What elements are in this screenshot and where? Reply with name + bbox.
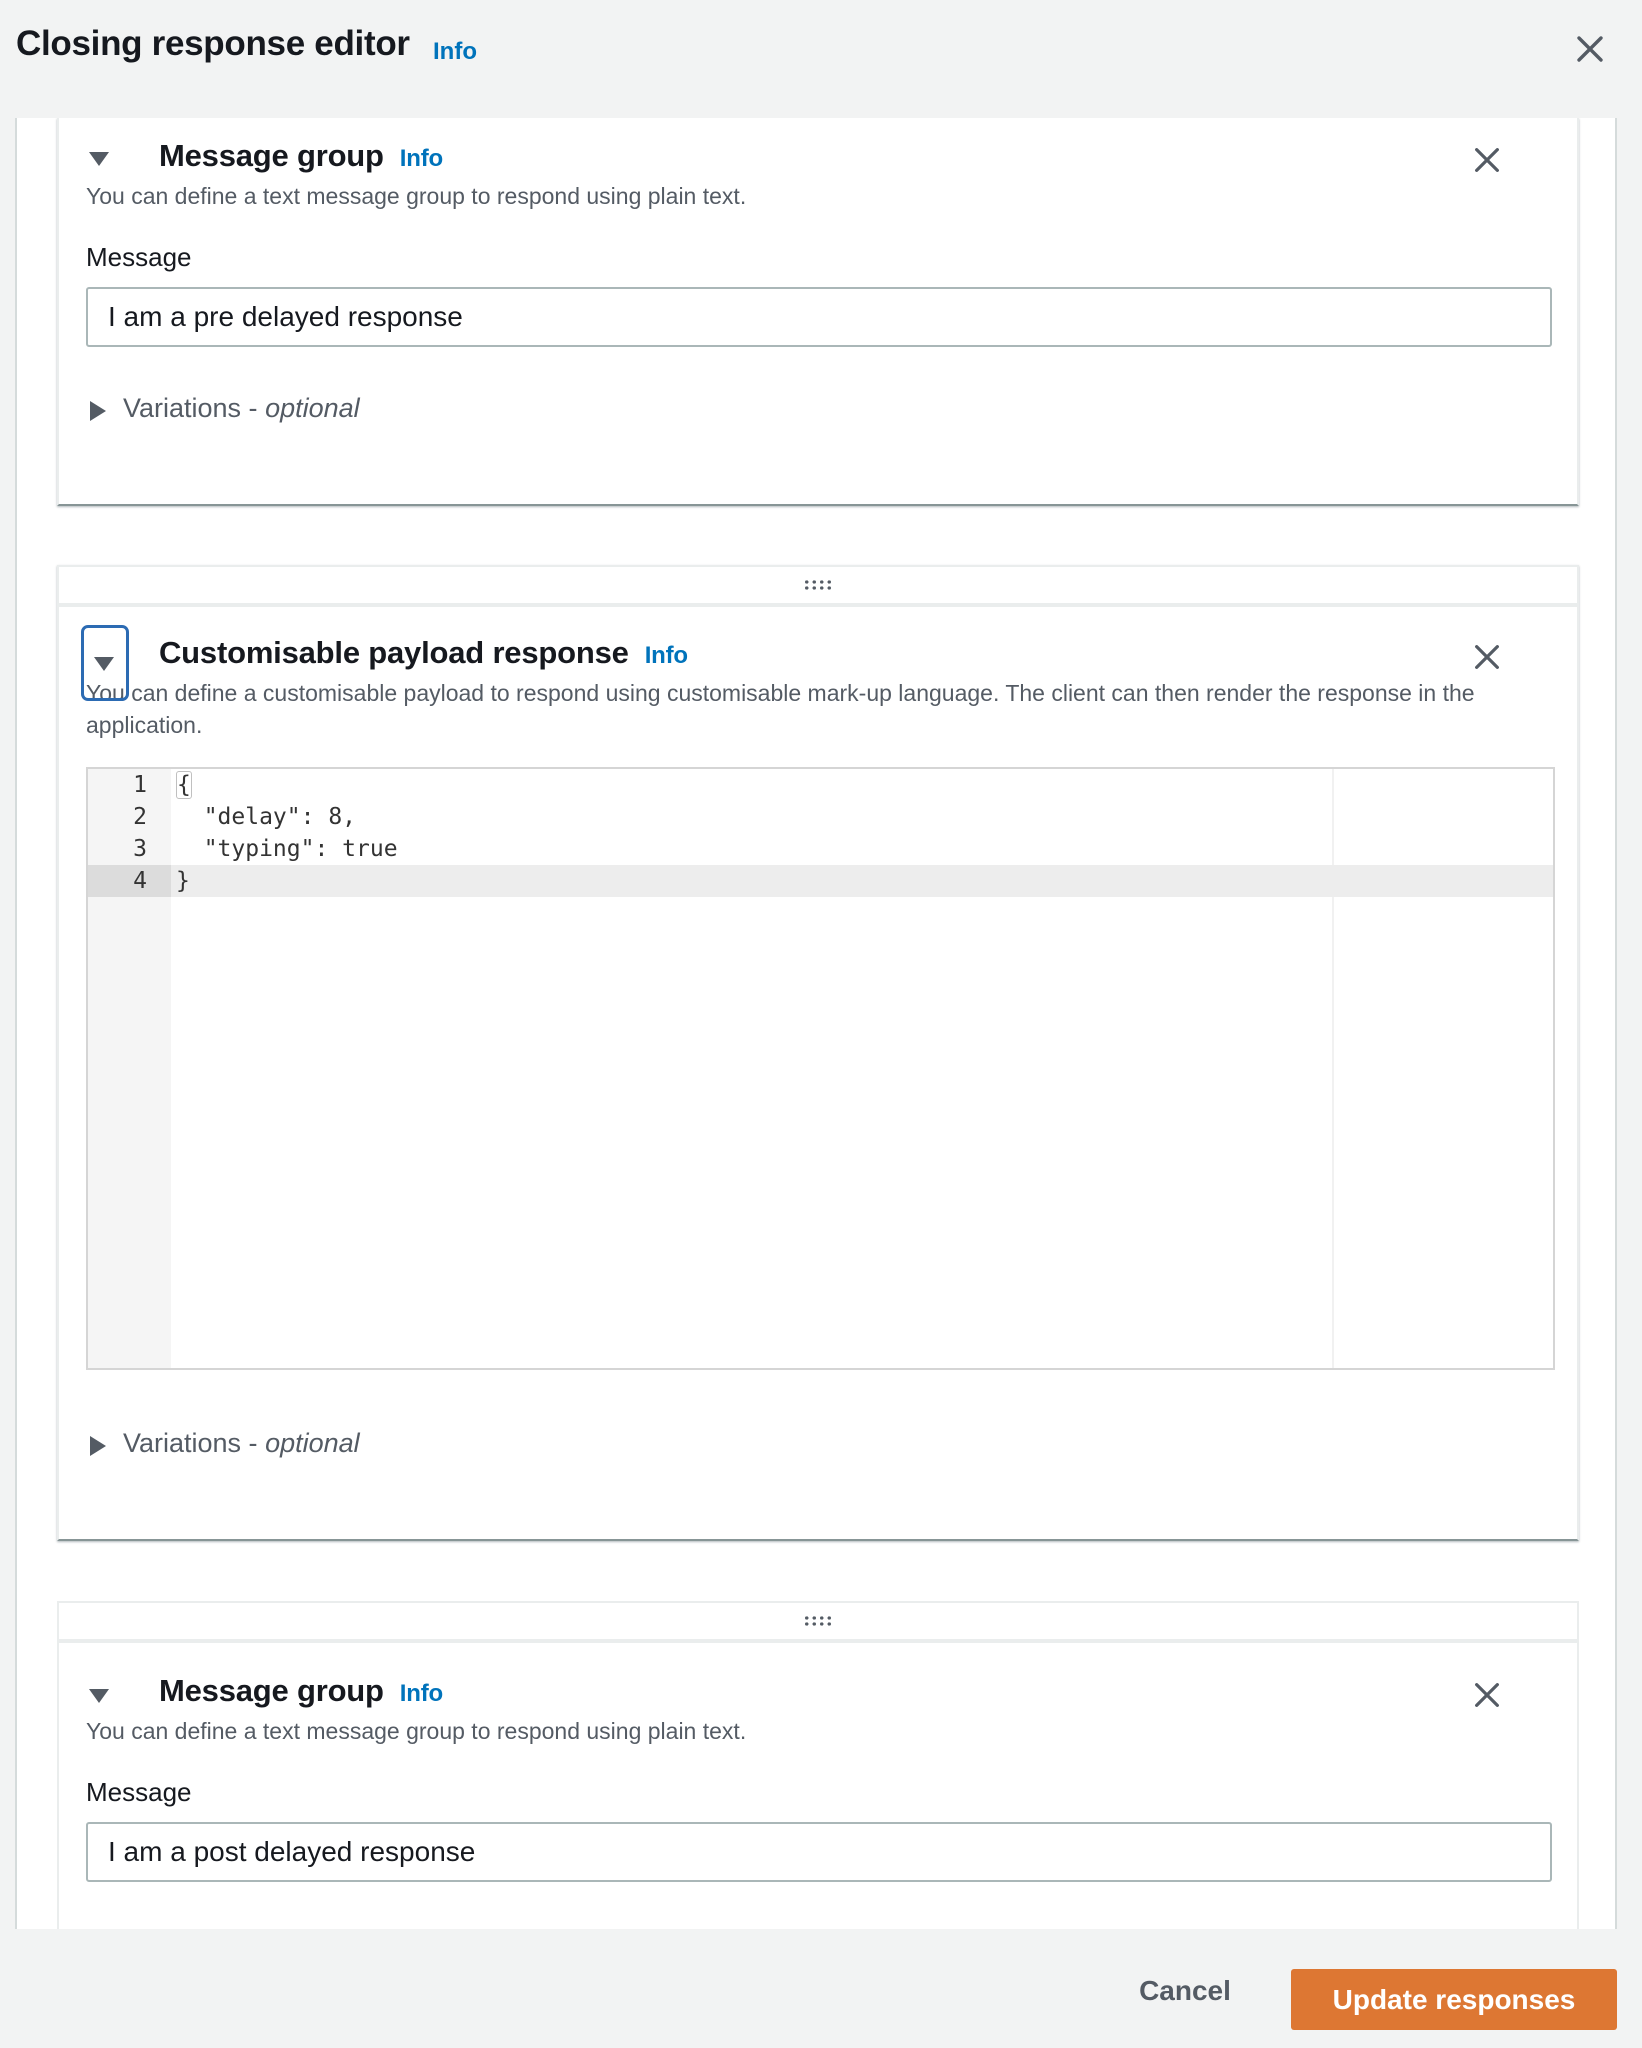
code-text: "delay": 8, bbox=[176, 804, 357, 830]
variations-optional: optional bbox=[265, 1428, 360, 1458]
caret-down-icon bbox=[94, 657, 114, 671]
modal-title: Closing response editor bbox=[16, 24, 410, 63]
matched-bracket: { bbox=[176, 771, 192, 799]
close-icon bbox=[1475, 148, 1499, 172]
drag-handle[interactable] bbox=[59, 567, 1577, 607]
variations-label: Variations - optional bbox=[123, 1428, 360, 1459]
code-text: { bbox=[176, 769, 192, 801]
close-icon bbox=[1577, 36, 1603, 62]
card-info-link[interactable]: Info bbox=[645, 642, 688, 669]
drag-handle[interactable] bbox=[59, 1603, 1577, 1643]
message-group-card-pre: Message group Info You can define a text … bbox=[57, 118, 1579, 506]
message-input[interactable] bbox=[86, 1822, 1552, 1882]
code-line: 2 "delay": 8, bbox=[88, 801, 1553, 833]
close-icon bbox=[1475, 645, 1499, 669]
line-number: 3 bbox=[133, 836, 147, 862]
variations-toggle[interactable]: Variations - optional bbox=[86, 1426, 1577, 1466]
line-number: 2 bbox=[133, 804, 147, 830]
card-header: Message group Info bbox=[59, 1643, 1577, 1715]
code-line-active: 4 } bbox=[88, 865, 1553, 897]
responses-panel[interactable]: Message group Info You can define a text … bbox=[15, 118, 1617, 1929]
code-text: } bbox=[176, 868, 190, 894]
card-title-text: Customisable payload response bbox=[159, 635, 629, 670]
collapse-toggle-focused[interactable] bbox=[81, 625, 129, 701]
variations-toggle[interactable]: Variations - optional bbox=[86, 391, 1577, 431]
modal-header: Closing response editor Info bbox=[0, 0, 1642, 118]
card-description: You can define a text message group to r… bbox=[86, 183, 747, 209]
card-description: You can define a text message group to r… bbox=[86, 1718, 747, 1744]
card-header: Customisable payload response Info bbox=[59, 607, 1577, 701]
variations-label-text: Variations - bbox=[123, 393, 266, 423]
message-group-card-post: Message group Info You can define a text … bbox=[57, 1601, 1579, 1929]
message-input[interactable] bbox=[86, 287, 1552, 347]
card-title-text: Message group bbox=[159, 138, 384, 173]
code-text: "typing": true bbox=[176, 836, 398, 862]
remove-card-button[interactable] bbox=[1471, 144, 1503, 176]
code-line: 1 { bbox=[88, 769, 1553, 801]
remove-card-button[interactable] bbox=[1471, 641, 1503, 673]
message-label: Message bbox=[86, 1777, 192, 1807]
header-info-link[interactable]: Info bbox=[433, 38, 477, 66]
payload-code-editor[interactable]: 1 { 2 "delay": 8, 3 "typing": true 4 } bbox=[86, 767, 1555, 1370]
caret-right-icon bbox=[90, 401, 106, 421]
message-label: Message bbox=[86, 242, 192, 272]
cancel-button[interactable]: Cancel bbox=[1120, 1961, 1250, 2021]
custom-payload-card: Customisable payload response Info You ca… bbox=[57, 565, 1579, 1541]
card-header: Message group Info bbox=[59, 118, 1577, 180]
drag-handle-icon bbox=[803, 579, 833, 591]
modal-footer: Cancel Update responses bbox=[0, 1929, 1642, 2048]
card-title: Message group Info bbox=[159, 1673, 443, 1709]
modal-close-button[interactable] bbox=[1573, 32, 1607, 66]
card-description: You can define a customisable payload to… bbox=[86, 680, 1475, 738]
card-info-link[interactable]: Info bbox=[400, 145, 443, 172]
line-number: 1 bbox=[133, 772, 147, 798]
variations-optional: optional bbox=[265, 393, 360, 423]
card-title-text: Message group bbox=[159, 1673, 384, 1708]
remove-card-button[interactable] bbox=[1471, 1679, 1503, 1711]
close-icon bbox=[1475, 1683, 1499, 1707]
collapse-toggle-caret-down-icon[interactable] bbox=[89, 152, 109, 166]
card-info-link[interactable]: Info bbox=[400, 1680, 443, 1707]
caret-right-icon bbox=[90, 1436, 106, 1456]
drag-handle-icon bbox=[803, 1615, 833, 1627]
variations-label: Variations - optional bbox=[123, 393, 360, 424]
card-title: Message group Info bbox=[159, 138, 443, 174]
update-responses-button[interactable]: Update responses bbox=[1291, 1969, 1617, 2030]
card-title: Customisable payload response Info bbox=[159, 635, 688, 671]
collapse-toggle-caret-down-icon[interactable] bbox=[89, 1689, 109, 1703]
variations-label-text: Variations - bbox=[123, 1428, 266, 1458]
line-number: 4 bbox=[88, 865, 171, 897]
code-line: 3 "typing": true bbox=[88, 833, 1553, 865]
